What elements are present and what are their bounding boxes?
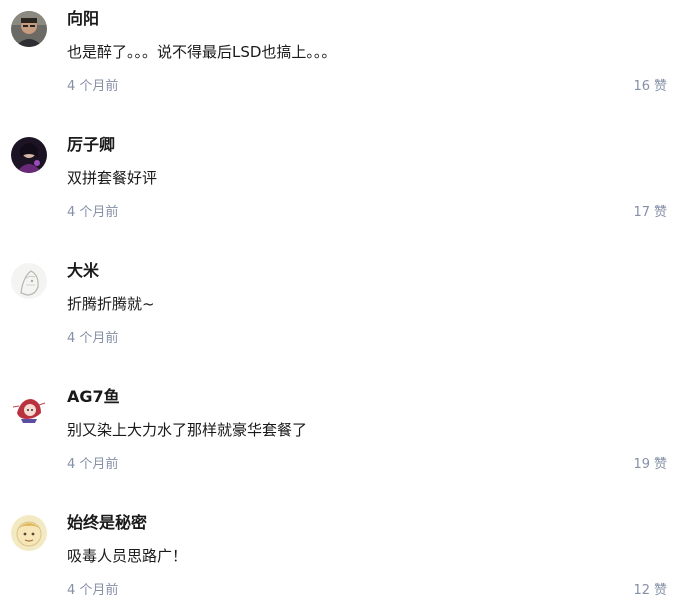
comment-time: 4 个月前 bbox=[67, 79, 119, 94]
avatar[interactable] bbox=[11, 11, 47, 47]
cartoon-face-avatar-icon bbox=[11, 515, 47, 551]
comment-item: 向阳 也是醉了。。。说不得最后LSD也搞上。。。 4 个月前 16 赞 bbox=[0, 0, 687, 126]
like-label: 赞 bbox=[653, 583, 667, 598]
author-name[interactable]: 向阳 bbox=[67, 9, 99, 29]
comment-text: 也是醉了。。。说不得最后LSD也搞上。。。 bbox=[67, 43, 337, 61]
comment-text: 别又染上大力水了那样就豪华套餐了 bbox=[67, 421, 308, 439]
like-count: 12 bbox=[633, 583, 650, 598]
author-name[interactable]: 始终是秘密 bbox=[67, 513, 147, 533]
comment-list: 向阳 也是醉了。。。说不得最后LSD也搞上。。。 4 个月前 16 赞 厉子卿 双… bbox=[0, 0, 687, 612]
author-name[interactable]: AG7鱼 bbox=[67, 387, 120, 407]
dark-portrait-avatar-icon bbox=[11, 137, 47, 173]
comment-item: AG7鱼 别又染上大力水了那样就豪华套餐了 4 个月前 19 赞 bbox=[0, 378, 687, 504]
avatar[interactable] bbox=[11, 137, 47, 173]
like-count: 17 bbox=[633, 205, 650, 220]
avatar[interactable] bbox=[11, 263, 47, 299]
like-button[interactable]: 12 赞 bbox=[633, 582, 667, 600]
comment-time: 4 个月前 bbox=[67, 205, 119, 220]
comment-item: 大米 折腾折腾就~ 4 个月前 bbox=[0, 252, 687, 378]
comment-item: 厉子卿 双拼套餐好评 4 个月前 17 赞 bbox=[0, 126, 687, 252]
like-count: 16 bbox=[633, 79, 650, 94]
like-label: 赞 bbox=[653, 457, 667, 472]
comment-text: 折腾折腾就~ bbox=[67, 295, 155, 313]
sketch-avatar-icon bbox=[11, 263, 47, 299]
like-button[interactable]: 17 赞 bbox=[633, 204, 667, 222]
comment-time: 4 个月前 bbox=[67, 331, 119, 346]
avatar[interactable] bbox=[11, 515, 47, 551]
like-button[interactable]: 19 赞 bbox=[633, 456, 667, 474]
comment-text: 吸毒人员思路广！ bbox=[67, 547, 188, 565]
like-label: 赞 bbox=[653, 205, 667, 220]
author-name[interactable]: 厉子卿 bbox=[67, 135, 115, 155]
author-name[interactable]: 大米 bbox=[67, 261, 99, 281]
comment-text: 双拼套餐好评 bbox=[67, 169, 158, 187]
comment-time: 4 个月前 bbox=[67, 457, 119, 472]
comment-time: 4 个月前 bbox=[67, 583, 119, 598]
photo-man-avatar-icon bbox=[11, 11, 47, 47]
like-label: 赞 bbox=[653, 79, 667, 94]
avatar[interactable] bbox=[11, 389, 47, 425]
like-button[interactable]: 16 赞 bbox=[633, 78, 667, 96]
anime-girl-avatar-icon bbox=[11, 389, 47, 425]
like-count: 19 bbox=[633, 457, 650, 472]
comment-item: 始终是秘密 吸毒人员思路广！ 4 个月前 12 赞 bbox=[0, 504, 687, 612]
